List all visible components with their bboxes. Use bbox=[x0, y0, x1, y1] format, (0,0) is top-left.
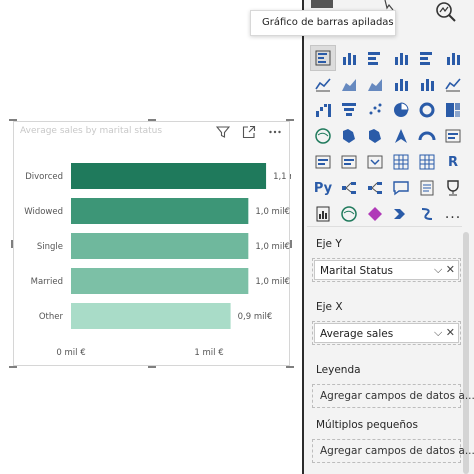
power-automate-icon[interactable] bbox=[388, 201, 414, 227]
x-tick-label: 0 mil € bbox=[56, 348, 85, 358]
legend-label: Leyenda bbox=[316, 364, 361, 376]
small-multiples-well[interactable]: Agregar campos de datos a... bbox=[312, 439, 474, 463]
kpi-icon[interactable] bbox=[336, 149, 362, 175]
bar-chart-visual[interactable]: Average sales by marital status Divorced… bbox=[9, 119, 294, 368]
data-label: 0,9 mil€ bbox=[238, 312, 273, 322]
arcgis-map-icon[interactable] bbox=[336, 201, 362, 227]
pie-chart-icon[interactable] bbox=[388, 97, 414, 123]
x-axis-well[interactable]: Average sales ⌵ ✕ bbox=[312, 321, 461, 345]
x-axis-field-pill[interactable]: Average sales ⌵ ✕ bbox=[314, 323, 459, 343]
line-stacked-column-chart-icon[interactable] bbox=[414, 71, 440, 97]
x-axis-label: Eje X bbox=[316, 301, 343, 313]
bar[interactable] bbox=[71, 198, 249, 224]
legend-well[interactable]: Agregar campos de datos a... bbox=[312, 384, 474, 408]
category-label: Other bbox=[39, 312, 64, 322]
other-visual-icon[interactable] bbox=[414, 201, 440, 227]
table-icon[interactable] bbox=[388, 149, 414, 175]
close-icon[interactable]: ✕ bbox=[446, 263, 455, 276]
field-actions: ⌵ ✕ bbox=[434, 326, 455, 340]
bar[interactable] bbox=[71, 268, 249, 294]
goals-icon[interactable] bbox=[440, 175, 466, 201]
gauge-icon[interactable] bbox=[414, 123, 440, 149]
multi-row-card-icon[interactable] bbox=[310, 149, 336, 175]
gallery-separator bbox=[307, 226, 462, 227]
small-multiples-label: Múltiplos pequeños bbox=[316, 419, 418, 431]
clustered-column-chart-icon[interactable] bbox=[388, 45, 414, 71]
build-visual-tab-icon[interactable] bbox=[310, 0, 334, 10]
donut-chart-icon[interactable] bbox=[414, 97, 440, 123]
azure-map-icon[interactable] bbox=[388, 123, 414, 149]
x-tick-label: 1 mil € bbox=[194, 348, 223, 358]
power-apps-icon[interactable] bbox=[362, 201, 388, 227]
bar-chart: Divorced 1,1 mil€ Widowed 1,0 mil€ Single 1,0… bbox=[24, 163, 291, 358]
line-clustered-column-chart-icon[interactable] bbox=[388, 71, 414, 97]
filled-map-icon[interactable] bbox=[336, 123, 362, 149]
line-chart-icon[interactable] bbox=[310, 71, 336, 97]
data-label: 1,0 mil€ bbox=[255, 277, 290, 287]
r-glyph: R bbox=[447, 154, 458, 170]
stacked-area-chart-icon[interactable] bbox=[362, 71, 388, 97]
map-icon[interactable] bbox=[310, 123, 336, 149]
qa-icon[interactable] bbox=[388, 175, 414, 201]
field-actions: ⌵ ✕ bbox=[434, 263, 455, 277]
matrix-icon[interactable] bbox=[414, 149, 440, 175]
chevron-down-icon[interactable]: ⌵ bbox=[434, 326, 442, 339]
legend-placeholder: Agregar campos de datos a... bbox=[320, 390, 474, 402]
category-label: Married bbox=[31, 277, 63, 287]
resize-handle-top-right[interactable] bbox=[286, 119, 294, 121]
key-influencers-icon[interactable] bbox=[336, 175, 362, 201]
ribbon-chart-icon[interactable] bbox=[440, 71, 466, 97]
visual-type-tooltip: Gráfico de barras apiladas bbox=[250, 10, 396, 36]
chevron-down-icon[interactable]: ⌵ bbox=[434, 263, 442, 276]
y-axis-well[interactable]: Marital Status ⌵ ✕ bbox=[312, 258, 461, 282]
category-label: Single bbox=[37, 242, 63, 252]
r-visual-icon[interactable]: R bbox=[440, 149, 466, 175]
bar[interactable] bbox=[71, 163, 267, 189]
paginated-report-icon[interactable] bbox=[310, 201, 336, 227]
treemap-icon[interactable] bbox=[440, 97, 466, 123]
bar[interactable] bbox=[71, 303, 231, 329]
y-axis-field-name: Marital Status bbox=[320, 265, 393, 277]
shape-map-icon[interactable] bbox=[362, 123, 388, 149]
more-visuals-icon[interactable]: ... bbox=[440, 201, 466, 227]
data-label: 1,1 mil€ bbox=[273, 172, 291, 182]
smart-narrative-icon[interactable] bbox=[414, 175, 440, 201]
data-label: 1,0 mil€ bbox=[255, 242, 290, 252]
decomposition-tree-icon[interactable] bbox=[362, 175, 388, 201]
close-icon[interactable]: ✕ bbox=[446, 326, 455, 339]
area-chart-icon[interactable] bbox=[336, 71, 362, 97]
scatter-chart-icon[interactable] bbox=[362, 97, 388, 123]
100-stacked-bar-chart-icon[interactable] bbox=[414, 45, 440, 71]
category-label: Widowed bbox=[24, 207, 63, 217]
card-icon[interactable] bbox=[440, 123, 466, 149]
y-axis-field-pill[interactable]: Marital Status ⌵ ✕ bbox=[314, 260, 459, 280]
x-axis-field-name: Average sales bbox=[320, 328, 394, 340]
100-stacked-column-chart-icon[interactable] bbox=[440, 45, 466, 71]
resize-handle-top[interactable] bbox=[148, 119, 156, 121]
panel-scrollbar[interactable] bbox=[463, 232, 469, 474]
stacked-column-chart-icon[interactable] bbox=[336, 45, 362, 71]
funnel-chart-icon[interactable] bbox=[336, 97, 362, 123]
data-label: 1,0 mil€ bbox=[255, 207, 290, 217]
report-editor: Average sales by marital status Divorced… bbox=[0, 0, 474, 474]
small-multiples-placeholder: Agregar campos de datos a... bbox=[320, 445, 474, 457]
analytics-tab-icon[interactable] bbox=[434, 0, 458, 24]
slicer-icon[interactable] bbox=[362, 149, 388, 175]
ellipsis-glyph: ... bbox=[444, 206, 462, 222]
python-visual-icon[interactable]: Py bbox=[310, 175, 336, 201]
visual-type-gallery: R Py... bbox=[310, 45, 466, 227]
bar[interactable] bbox=[71, 233, 249, 259]
resize-handle-left[interactable] bbox=[11, 240, 13, 248]
clustered-bar-chart-icon[interactable] bbox=[362, 45, 388, 71]
python-glyph: Py bbox=[313, 180, 333, 196]
category-label: Divorced bbox=[25, 172, 63, 182]
resize-handle-top-left[interactable] bbox=[9, 119, 17, 121]
stacked-bar-chart-icon[interactable] bbox=[310, 45, 336, 71]
waterfall-chart-icon[interactable] bbox=[310, 97, 336, 123]
report-canvas[interactable]: Average sales by marital status Divorced… bbox=[0, 0, 302, 474]
y-axis-label: Eje Y bbox=[316, 238, 342, 250]
